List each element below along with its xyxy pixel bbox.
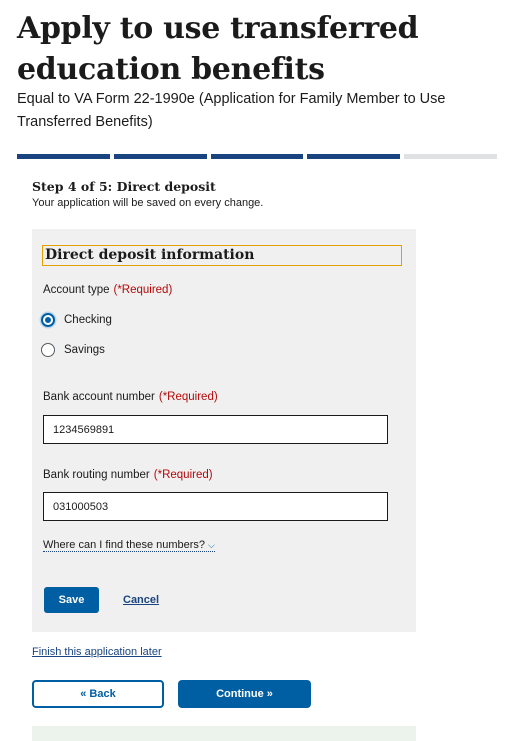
account-type-label-text: Account type <box>43 284 110 296</box>
chevron-down-icon[interactable]: ⌵ <box>208 540 215 550</box>
continue-button[interactable]: Continue » <box>178 680 311 708</box>
radio-unchecked-icon[interactable] <box>41 343 55 357</box>
alert-box <box>32 726 416 741</box>
page-title: Apply to use transferred education benef… <box>17 11 419 87</box>
routing-number-input[interactable] <box>43 492 388 521</box>
radio-label[interactable]: Checking <box>64 314 112 326</box>
required-marker: (*Required) <box>113 284 173 296</box>
progress-segment <box>113 154 207 159</box>
radio-checking[interactable]: Checking <box>41 313 112 327</box>
progress-bar <box>17 154 497 159</box>
radio-label[interactable]: Savings <box>64 344 105 356</box>
required-marker: (*Required) <box>158 391 218 403</box>
radio-savings[interactable]: Savings <box>41 343 105 357</box>
back-button[interactable]: « Back <box>32 680 164 708</box>
required-marker: (*Required) <box>153 469 213 481</box>
finish-later-link[interactable]: Finish this application later <box>32 646 162 658</box>
cancel-link[interactable]: Cancel <box>123 594 159 606</box>
account-number-label: Bank account number (*Required) <box>43 391 218 403</box>
save-button[interactable]: Save <box>44 587 99 613</box>
progress-segment <box>307 154 401 159</box>
account-number-label-text: Bank account number <box>43 391 155 403</box>
account-type-label: Account type (*Required) <box>43 284 172 296</box>
autosave-note: Your application will be saved on every … <box>32 197 264 209</box>
progress-segment <box>404 154 497 159</box>
help-link-text[interactable]: Where can I find these numbers? <box>43 539 205 551</box>
routing-number-label-text: Bank routing number <box>43 469 150 481</box>
progress-segment <box>210 154 304 159</box>
routing-number-label: Bank routing number (*Required) <box>43 469 213 481</box>
progress-segment <box>17 154 110 159</box>
step-title: Step 4 of 5: Direct deposit <box>32 179 216 194</box>
form-subtitle: Equal to VA Form 22-1990e (Application f… <box>17 91 446 130</box>
radio-checked-icon[interactable] <box>41 313 55 327</box>
account-number-input[interactable] <box>43 415 388 444</box>
panel-heading: Direct deposit information <box>42 245 402 266</box>
direct-deposit-panel: Direct deposit information Account type(… <box>32 229 416 632</box>
help-numbers-link[interactable]: Where can I find these numbers? ⌵ <box>43 539 215 552</box>
